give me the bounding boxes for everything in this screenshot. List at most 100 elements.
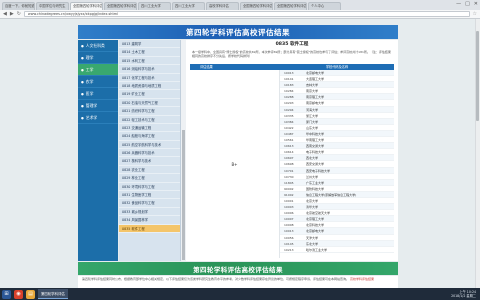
category-nav-item[interactable]: ● 管理学 — [78, 100, 118, 112]
page-scroll-thumb[interactable] — [476, 31, 479, 121]
school-code: 10487 — [284, 131, 294, 136]
category-nav-label: 管理学 — [85, 102, 98, 108]
category-nav-item[interactable]: ● 人文社科类 — [78, 40, 118, 52]
discipline-item[interactable]: 0828 农业工程 — [119, 166, 180, 175]
results-table-body: B+ 10013 北京邮电大学 10141 大连理工大学 10183 吉林大学 10284 南… — [190, 70, 394, 258]
school-name: 清华大学 — [306, 205, 319, 210]
bullet-icon: ● — [81, 115, 84, 120]
school-name: 华中科技大学 — [306, 131, 325, 136]
school-code: 10294 — [284, 107, 294, 112]
school-code: 10001 — [284, 198, 294, 203]
school-name: 哈尔滨工业大学 — [306, 247, 328, 252]
lower-banner: 第四轮学科评估高校评估结果 — [78, 262, 398, 275]
discipline-item[interactable]: 0831 生物医学工程 — [119, 191, 180, 200]
school-code: 10008 — [284, 223, 294, 228]
category-nav-item[interactable]: ● 医学 — [78, 88, 118, 100]
school-code: 10013 — [284, 229, 294, 234]
browser-tab[interactable]: 全国第四轮学科评估 — [240, 2, 273, 10]
category-nav-item[interactable]: ● 理学 — [78, 52, 118, 64]
close-icon[interactable]: ✕ — [474, 1, 478, 7]
folder-taskbar-icon[interactable]: ▤ — [26, 289, 35, 299]
discipline-item[interactable]: 0816 测绘科学与技术 — [119, 65, 180, 74]
school-name: 西安电子科技大学 — [306, 168, 331, 173]
back-icon[interactable]: ◀ — [3, 11, 7, 17]
browser-tab[interactable]: 四川工业大学 — [138, 2, 171, 10]
bullet-icon: ● — [81, 103, 84, 108]
bookmark-star-icon[interactable]: ☆ — [473, 11, 477, 17]
reload-icon[interactable]: ↻ — [17, 11, 21, 17]
browser-tab[interactable]: 全国第四轮学科评估 — [104, 2, 137, 10]
school-code: 10007 — [284, 217, 294, 222]
discipline-item[interactable]: 0827 核科学与技术 — [119, 157, 180, 166]
browser-tab[interactable]: 中国学位与研究生 — [36, 2, 69, 10]
school-name: 西安交通大学 — [306, 162, 325, 167]
lower-description: 第四轮学科评估结果同时公布，根据教育部学位中心相关规定，以下评估结果仅为该类学科… — [78, 276, 398, 288]
school-code: 10293 — [284, 101, 294, 106]
browser-tab[interactable]: 个人中心 — [308, 2, 341, 10]
browser-tabbar: 百度一下，你就知道 中国学位与研究生 全国第四轮学科评估 全国第四轮学科评估 四川工业大… — [0, 0, 480, 10]
bullet-icon: ● — [81, 43, 84, 48]
category-nav-item[interactable]: ● 艺术学 — [78, 112, 118, 124]
school-name: 吉林大学 — [306, 83, 319, 88]
school-code: 10384 — [284, 119, 294, 124]
browser-tab[interactable]: 高校学科评估 — [206, 2, 239, 10]
minimize-icon[interactable]: — — [456, 1, 461, 7]
category-nav-label: 农学 — [85, 78, 94, 84]
address-bar: ◀ ▶ ↻ www.chinadegrees.cn/xwyyjsjyxx/xkp… — [0, 10, 480, 19]
browser-tab[interactable]: 全国第四轮学科评估 — [274, 2, 307, 10]
lower-banner-title: 第四轮学科评估高校评估结果 — [193, 265, 283, 274]
maximize-icon[interactable]: □ — [465, 1, 470, 7]
discipline-item[interactable]: 0814 土木工程 — [119, 48, 180, 57]
discipline-item[interactable]: 0824 船舶与海洋工程 — [119, 132, 180, 141]
browser-tab[interactable]: 百度一下，你就知道 — [2, 2, 35, 10]
banner-title: 第四轮学科评估高校评估结果 — [186, 27, 290, 37]
discipline-item[interactable]: 0830 环境科学与工程 — [119, 183, 180, 192]
lower-description-text: 第四轮学科评估结果同时公布，根据教育部学位中心相关规定，以下评估结果仅为该类学科… — [82, 277, 350, 281]
discipline-item[interactable]: 0817 化学工程与技术 — [119, 74, 180, 82]
category-nav-item[interactable]: ● 农学 — [78, 76, 118, 88]
school-code: 11845 — [284, 180, 294, 185]
school-code: 10422 — [284, 125, 294, 130]
os-taskbar: ⊞ ◉ ▤ 第四轮学科评估 上午 10:24 2018/1/2 星期二 — [0, 288, 480, 300]
clock-date: 2018/1/2 星期二 — [451, 294, 476, 298]
url-input[interactable]: www.chinadegrees.cn/xwyyjsjyxx/xkpgjg/in… — [23, 11, 470, 17]
discipline-item[interactable]: 0825 航空宇航科学与技术 — [119, 141, 180, 150]
category-nav-item[interactable]: ● 工学 — [78, 64, 118, 76]
discipline-item[interactable]: 0829 林业工程 — [119, 174, 180, 183]
discipline-item[interactable]: 0833 城乡规划学 — [119, 208, 180, 217]
school-code: 10613 — [284, 144, 294, 149]
discipline-list-scroll-thumb[interactable] — [182, 130, 185, 260]
discipline-item[interactable]: 0832 食品科学与工程 — [119, 199, 180, 208]
discipline-item[interactable]: 0818 地质资源与地质工程 — [119, 82, 180, 91]
lower-description-link[interactable]: 高校学科评估结果 — [350, 277, 374, 281]
school-code: 10701 — [284, 168, 294, 173]
discipline-item[interactable]: 0819 矿业工程 — [119, 90, 180, 99]
discipline-item[interactable]: 0822 轻工技术与工程 — [119, 116, 180, 124]
browser-tab[interactable]: 全国第四轮学科评估 — [70, 2, 103, 10]
discipline-item[interactable]: 0835 软件工程 — [119, 224, 180, 233]
discipline-item[interactable]: 0826 兵器科学与技术 — [119, 149, 180, 158]
discipline-item[interactable]: 0820 石油与天然气工程 — [119, 99, 180, 108]
page-scrollbar[interactable] — [475, 19, 480, 288]
school-name: 国防科技大学 — [306, 186, 325, 191]
discipline-item[interactable]: 0821 纺织科学与工程 — [119, 107, 180, 116]
school-name: 河海大学 — [306, 107, 319, 112]
school-name: 兰州大学 — [306, 174, 319, 179]
discipline-item[interactable]: 0813 建筑学 — [119, 40, 180, 49]
discipline-item[interactable]: 0834 风景园林学 — [119, 216, 180, 225]
forward-icon[interactable]: ▶ — [10, 11, 14, 17]
table-row: 10213 哈尔滨工业大学 — [280, 247, 394, 253]
school-code: 10213 — [284, 247, 294, 252]
school-code: 91002 — [284, 192, 294, 197]
system-tray-clock[interactable]: 上午 10:24 2018/1/2 星期二 — [451, 290, 480, 298]
browser-tab[interactable]: 四川工业大学 — [172, 2, 205, 10]
browser-taskbar-icon[interactable]: ◉ — [14, 289, 23, 299]
school-code: 10056 — [284, 235, 294, 240]
discipline-list: 0813 建筑学 0814 土木工程 0815 水利工程 0816 测绘科学与技术 08… — [119, 40, 181, 261]
start-icon[interactable]: ⊞ — [2, 289, 11, 299]
taskbar-active-app[interactable]: 第四轮学科评估 — [38, 289, 68, 299]
discipline-item[interactable]: 0823 交通运输工程 — [119, 124, 180, 133]
school-name: 浙江大学 — [306, 113, 319, 118]
school-code: 90002 — [284, 186, 294, 191]
discipline-item[interactable]: 0815 水利工程 — [119, 57, 180, 66]
